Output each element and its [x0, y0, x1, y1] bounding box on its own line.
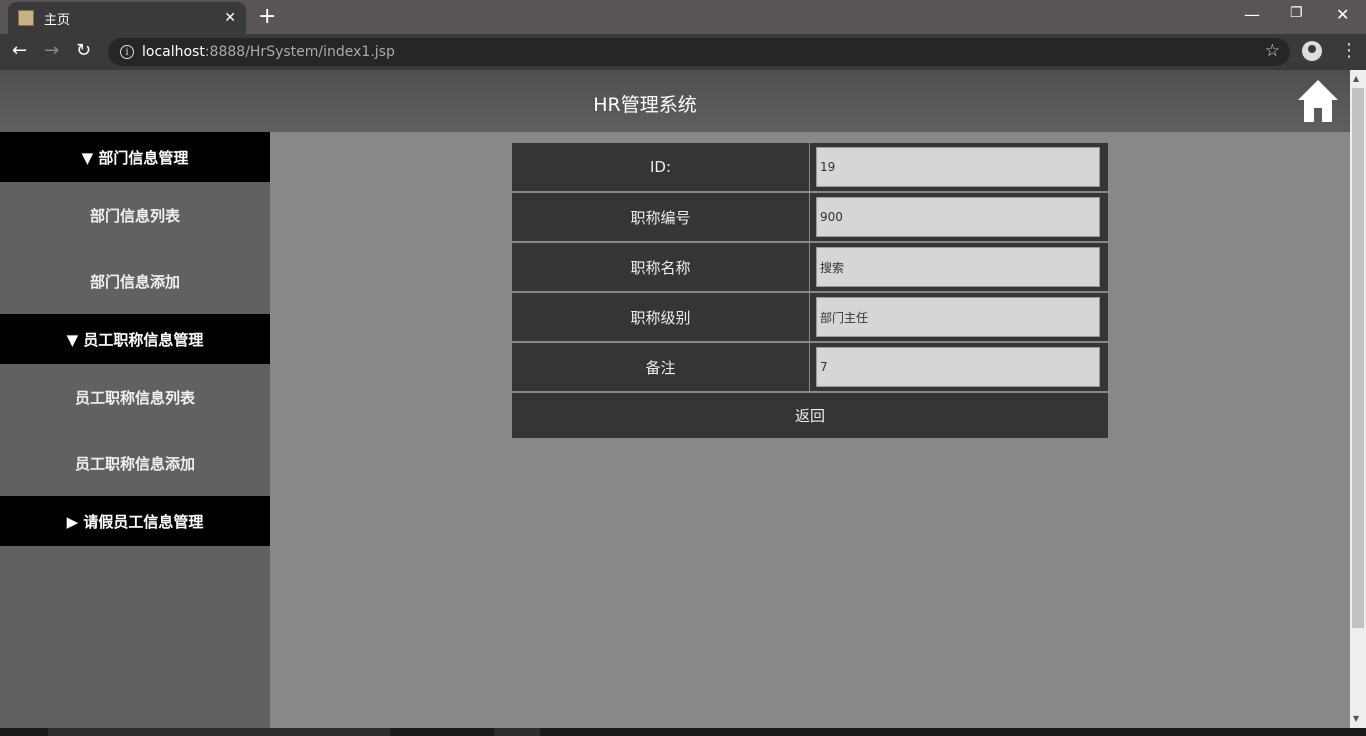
url-host: localhost	[142, 44, 205, 60]
sidebar-item-title-add[interactable]: 员工职称信息添加	[0, 430, 270, 496]
form-value-cell	[810, 242, 1108, 292]
sidebar-section-title[interactable]: ▼ 员工职称信息管理	[0, 314, 270, 364]
form-row-title-code: 职称编号	[512, 192, 1108, 242]
tab-title: 主页	[44, 12, 71, 28]
page-header: HR管理系统	[0, 70, 1350, 132]
sidebar-section-leave[interactable]: ▶ 请假员工信息管理	[0, 496, 270, 546]
info-icon[interactable]: i	[120, 45, 134, 59]
home-icon[interactable]	[1296, 78, 1340, 124]
form-row-title-name: 职称名称	[512, 242, 1108, 292]
sidebar: ▼ 部门信息管理 部门信息列表 部门信息添加 ▼ 员工职称信息管理 员工职称信息…	[0, 132, 270, 728]
remark-field[interactable]	[816, 347, 1100, 387]
browser-toolbar: ← → ↻ i localhost :8888/HrSystem/index1.…	[0, 34, 1366, 70]
form-value-cell	[810, 342, 1108, 392]
os-taskbar	[0, 728, 1366, 736]
form-row-id: ID:	[512, 142, 1108, 192]
address-bar[interactable]: i localhost :8888/HrSystem/index1.jsp ☆	[108, 38, 1290, 66]
window-close-icon[interactable]: ✕	[1336, 5, 1349, 24]
new-tab-icon[interactable]: +	[258, 4, 276, 29]
form-label: 备注	[512, 342, 810, 392]
sidebar-item-department-add[interactable]: 部门信息添加	[0, 248, 270, 314]
page-title: HR管理系统	[593, 94, 697, 116]
reload-icon[interactable]: ↻	[76, 40, 91, 61]
form-label: 职称编号	[512, 192, 810, 242]
scroll-down-icon[interactable]: ▼	[1353, 714, 1359, 723]
form-row-remark: 备注	[512, 342, 1108, 392]
title-level-field[interactable]	[816, 297, 1100, 337]
form-row-title-level: 职称级别	[512, 292, 1108, 342]
scroll-up-icon[interactable]: ▲	[1353, 74, 1359, 83]
form-label: 职称级别	[512, 292, 810, 342]
title-name-field[interactable]	[816, 247, 1100, 287]
back-arrow-icon[interactable]: ←	[12, 40, 27, 61]
id-field[interactable]	[816, 147, 1100, 187]
title-code-field[interactable]	[816, 197, 1100, 237]
form-label: ID:	[512, 142, 810, 192]
page-scrollbar[interactable]: ▲ ▼	[1350, 70, 1366, 728]
taskbar-search[interactable]	[48, 728, 390, 736]
bookmark-star-icon[interactable]: ☆	[1265, 41, 1280, 61]
detail-form: ID: 职称编号 职称名称 职称级别 备注 返回	[512, 142, 1108, 438]
url-path: :8888/HrSystem/index1.jsp	[204, 44, 395, 60]
sidebar-section-department[interactable]: ▼ 部门信息管理	[0, 132, 270, 182]
browser-tab[interactable]: 主页 ✕	[8, 2, 246, 34]
sidebar-item-title-list[interactable]: 员工职称信息列表	[0, 364, 270, 430]
scroll-thumb[interactable]	[1352, 88, 1364, 628]
taskbar-app[interactable]	[494, 728, 540, 736]
browser-menu-icon[interactable]: ⋮	[1340, 40, 1358, 61]
profile-icon[interactable]	[1302, 41, 1322, 61]
restore-icon[interactable]: ❐	[1290, 5, 1303, 21]
browser-tabbar: 主页 ✕ + — ❐ ✕	[0, 0, 1366, 34]
forward-arrow-icon[interactable]: →	[44, 40, 59, 61]
tab-close-icon[interactable]: ✕	[224, 10, 236, 26]
minimize-icon[interactable]: —	[1244, 5, 1260, 24]
form-value-cell	[810, 192, 1108, 242]
form-value-cell	[810, 292, 1108, 342]
sidebar-item-department-list[interactable]: 部门信息列表	[0, 182, 270, 248]
form-value-cell	[810, 142, 1108, 192]
favicon-icon	[18, 10, 34, 26]
form-label: 职称名称	[512, 242, 810, 292]
back-button[interactable]: 返回	[512, 392, 1108, 438]
